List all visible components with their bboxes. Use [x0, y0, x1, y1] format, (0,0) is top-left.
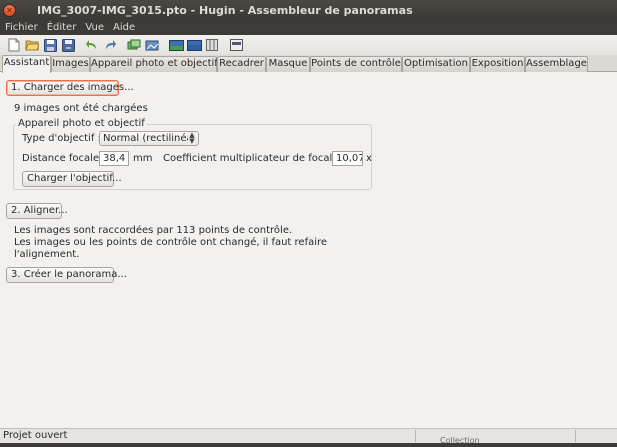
title-bar: ✕ IMG_3007-IMG_3015.pto - Hugin - Assemb… [0, 0, 617, 20]
focal-length-unit: mm [133, 153, 153, 164]
chevron-updown-icon: ▲ ▼ [188, 131, 196, 145]
open-folder-icon[interactable] [24, 37, 40, 53]
fast-preview-icon[interactable] [186, 37, 202, 53]
window-title: IMG_3007-IMG_3015.pto - Hugin - Assemble… [37, 3, 413, 17]
status-divider [575, 430, 576, 442]
focal-length-input[interactable]: 38,4 [99, 151, 129, 166]
status-bar: Projet ouvert Collection [0, 428, 617, 445]
tab-camera-lens[interactable]: Appareil photo et objectif [90, 56, 218, 72]
add-images-icon[interactable] [126, 37, 142, 53]
menu-bar: Fichier Éditer Vue Aide [0, 20, 617, 35]
align-info-line-1: Les images sont raccordées par 113 point… [14, 225, 293, 236]
save-icon[interactable] [42, 37, 58, 53]
align-info-line-3: l'alignement. [14, 249, 80, 260]
align-info-line-2: Les images ou les points de contrôle ont… [14, 237, 328, 248]
tab-stitching[interactable]: Assemblage [525, 56, 588, 72]
crop-factor-label: Coefficient multiplicateur de focale : [163, 153, 345, 164]
redo-icon[interactable] [102, 37, 118, 53]
layout-view-icon[interactable] [204, 37, 220, 53]
tab-images[interactable]: Images [51, 56, 90, 72]
lens-type-select[interactable]: Normal (rectilinéa ▲ ▼ [99, 131, 199, 146]
tab-exposure[interactable]: Exposition [470, 56, 525, 72]
align-button[interactable]: 2. Aligner... [6, 203, 68, 219]
assistant-panel: 1. Charger des images... 9 images ont ét… [0, 72, 617, 428]
camera-lens-group-title: Appareil photo et objectif [16, 118, 147, 129]
save-as-icon[interactable] [60, 37, 76, 53]
menu-aide[interactable]: Aide [108, 22, 139, 33]
lens-type-value: Normal (rectilinéa [103, 133, 193, 144]
preview-panorama-icon[interactable] [168, 37, 184, 53]
window-controls: ✕ [3, 3, 37, 17]
crop-factor-input[interactable]: 10,07 [332, 151, 363, 166]
tab-crop[interactable]: Recadrer [217, 56, 266, 72]
tab-bar: Assistant Images Appareil photo et objec… [0, 55, 617, 73]
load-images-button[interactable]: 1. Charger des images... [6, 80, 134, 96]
toolbar [0, 35, 617, 55]
new-file-icon[interactable] [6, 37, 22, 53]
menu-fichier[interactable]: Fichier [0, 22, 42, 33]
stitch-icon[interactable] [228, 37, 244, 53]
tab-optimisation[interactable]: Optimisation [402, 56, 470, 72]
load-lens-button[interactable]: Charger l'objectif... [22, 171, 122, 187]
menu-vue[interactable]: Vue [80, 22, 108, 33]
status-text: Projet ouvert [3, 430, 68, 441]
undo-icon[interactable] [84, 37, 100, 53]
focal-length-label: Distance focale : [22, 153, 106, 164]
tab-assistant[interactable]: Assistant [2, 55, 51, 73]
loaded-images-text: 9 images ont été chargées [14, 103, 148, 114]
tab-control-points[interactable]: Points de contrôle [310, 56, 402, 72]
crop-factor-unit: x [366, 153, 372, 164]
close-icon[interactable]: ✕ [3, 3, 16, 17]
status-divider [415, 430, 416, 442]
tab-mask[interactable]: Masque [266, 56, 310, 72]
lens-type-label: Type d'objectif : [22, 133, 101, 144]
status-clipped-text: Collection [440, 436, 480, 445]
create-panorama-button[interactable]: 3. Créer le panorama... [6, 267, 127, 283]
menu-editer[interactable]: Éditer [42, 22, 81, 33]
align-images-icon[interactable] [144, 37, 160, 53]
